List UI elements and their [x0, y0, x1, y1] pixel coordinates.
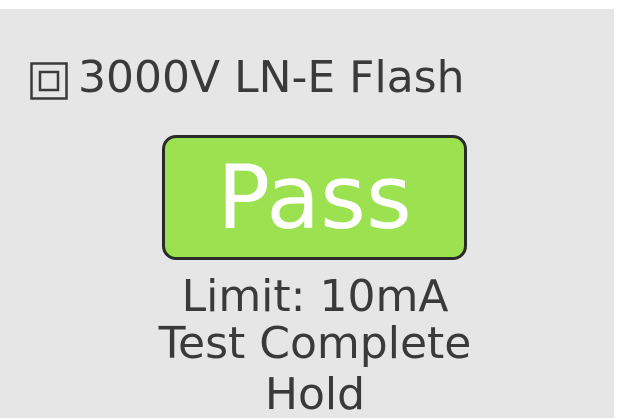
status-text: Test Complete	[158, 318, 472, 369]
hold-text: Hold	[264, 369, 366, 420]
class-2-double-square-icon	[30, 62, 68, 100]
test-title: 3000V LN-E Flash	[78, 52, 465, 103]
pass-result-badge: Pass	[162, 135, 467, 260]
top-border	[0, 0, 622, 9]
limit-text: Limit: 10mA	[181, 271, 449, 322]
result-label: Pass	[217, 145, 412, 249]
test-result-screen: 3000V LN-E Flash Pass Limit: 10mA Test C…	[0, 0, 622, 420]
test-header: 3000V LN-E Flash	[30, 50, 464, 106]
